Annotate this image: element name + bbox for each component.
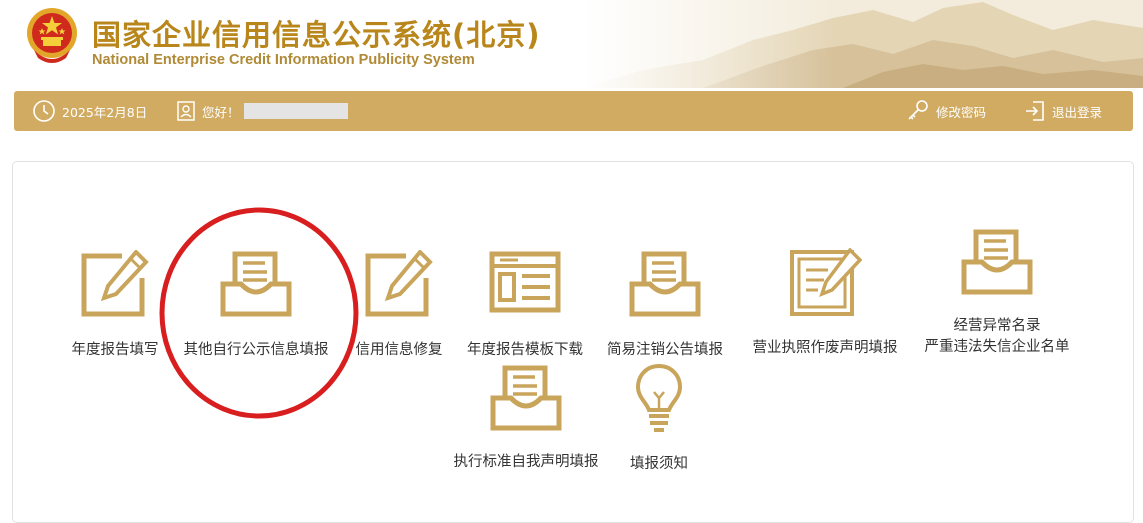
- inbox-tray-icon: [490, 365, 562, 431]
- menu-license-void-statement[interactable]: 营业执照作废声明填报: [742, 248, 908, 359]
- menu-label: 执行标准自我声明填报: [453, 454, 599, 470]
- menu-label: 填报须知: [630, 456, 688, 472]
- logout-icon: [1026, 101, 1044, 121]
- redacted-username: [243, 103, 348, 119]
- menu-other-disclosure[interactable]: 其他自行公示信息填报: [176, 250, 336, 361]
- change-password-label: 修改密码: [936, 104, 987, 120]
- greeting-text: 您好！: [202, 104, 240, 120]
- key-icon: [908, 100, 928, 120]
- clock-icon: [33, 100, 55, 122]
- logout-label: 退出登录: [1052, 104, 1103, 120]
- site-title-english: National Enterprise Credit Information P…: [92, 52, 475, 68]
- inbox-tray-icon: [629, 251, 701, 317]
- menu-label: 简易注销公告填报: [607, 342, 723, 358]
- menu-label: 年度报告填写: [71, 342, 159, 358]
- user-card-icon: [177, 101, 195, 121]
- document-edit-icon: [790, 248, 862, 316]
- menu-label-second-line: 严重违法失信企业名单: [924, 339, 1070, 355]
- menu-template-download[interactable]: 年度报告模板下载: [458, 250, 592, 361]
- logout-link[interactable]: 退出登录: [1024, 91, 1102, 131]
- mountain-landscape-decoration: [583, 0, 1143, 88]
- menu-simple-deregistration[interactable]: 简易注销公告填报: [598, 250, 732, 361]
- lightbulb-icon: [635, 363, 683, 432]
- site-title-chinese: 国家企业信用信息公示系统(北京): [92, 18, 541, 52]
- menu-abnormal-operations-list[interactable]: 经营异常名录 严重违法失信企业名单: [912, 228, 1082, 358]
- menu-credit-repair[interactable]: 信用信息修复: [344, 250, 454, 361]
- change-password-link[interactable]: 修改密码: [906, 91, 986, 131]
- menu-label: 营业执照作废声明填报: [752, 340, 898, 356]
- menu-standard-self-declaration[interactable]: 执行标准自我声明填报: [444, 364, 608, 473]
- menu-label: 信用信息修复: [355, 342, 443, 358]
- menu-annual-report[interactable]: 年度报告填写: [60, 250, 170, 361]
- inbox-tray-icon: [220, 251, 292, 317]
- site-header: 国家企业信用信息公示系统(北京) National Enterprise Cre…: [0, 0, 1143, 88]
- menu-filing-notice[interactable]: 填报须知: [614, 362, 704, 475]
- menu-label: 年度报告模板下载: [467, 342, 583, 358]
- user-greeting: 您好！: [176, 91, 348, 131]
- inbox-tray-icon: [961, 229, 1033, 295]
- edit-pencil-icon: [365, 250, 433, 317]
- menu-label: 其他自行公示信息填报: [183, 342, 329, 358]
- menu-label: 经营异常名录: [953, 318, 1041, 334]
- national-emblem-icon: [27, 8, 77, 63]
- top-toolbar: 2025年2月8日 您好！ 修改密码 退出登录: [14, 91, 1133, 131]
- edit-pencil-icon: [81, 250, 149, 317]
- current-date: 2025年2月8日: [62, 104, 148, 120]
- template-window-icon: [489, 251, 561, 313]
- date-display: 2025年2月8日: [32, 91, 147, 131]
